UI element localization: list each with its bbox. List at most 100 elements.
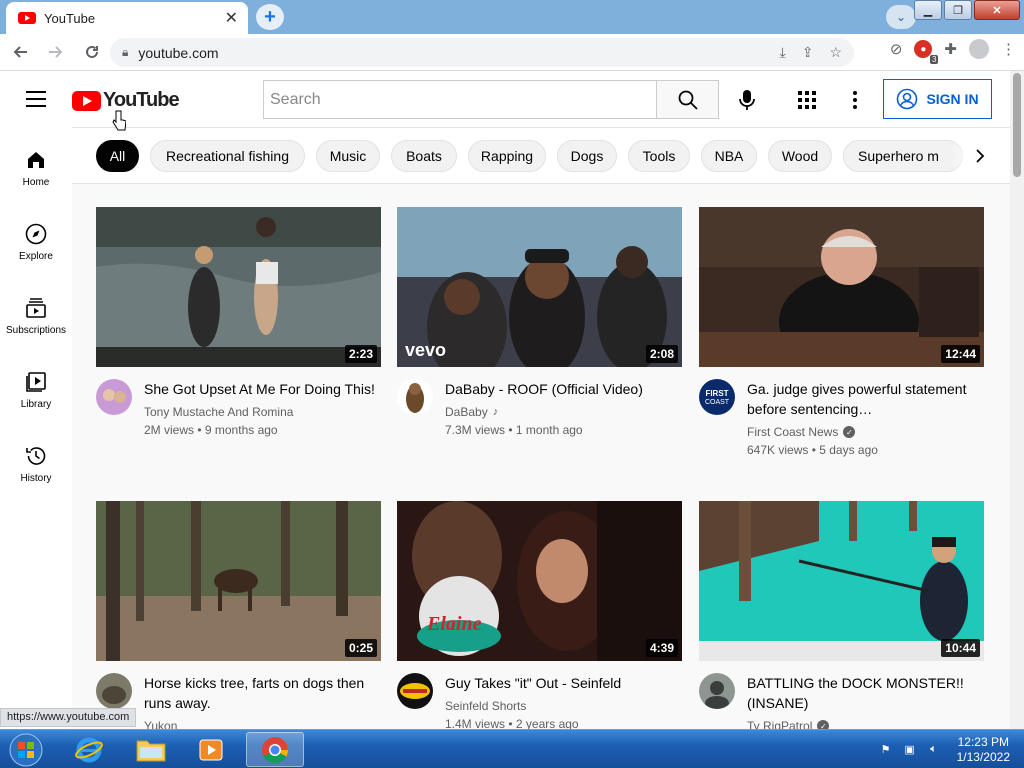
thumbnail-image [96,501,381,661]
video-card[interactable]: Elaine 4:39 Guy Takes "it" Out - Seinfel… [397,501,682,729]
video-card[interactable]: 12:44 FIRST COAST Ga. judge gives powerfu… [699,207,984,457]
chips-next-button[interactable] [968,144,992,168]
video-thumbnail[interactable]: 2:23 [96,207,381,367]
verified-check-icon: ✓ [843,426,856,438]
video-thumbnail[interactable]: vevo 2:08 [397,207,682,367]
chip-music[interactable]: Music [316,140,380,172]
adblock-extension-icon[interactable]: ● 3 [914,40,939,64]
video-thumbnail[interactable]: 10:44 [699,501,984,661]
channel-name-row: Tony Mustache And Romina [144,405,381,419]
chip-superhero[interactable]: Superhero m [843,140,963,172]
block-extension-icon[interactable]: ⊘ [890,40,903,58]
channel-name[interactable]: First Coast News [747,425,838,439]
video-card[interactable]: 10:44 BATTLING the DOCK MONSTER!! (INSAN… [699,501,984,729]
channel-avatar[interactable]: FIRST COAST [699,379,735,415]
chip-tools[interactable]: Tools [628,140,690,172]
taskbar-chrome[interactable] [246,732,304,767]
settings-more-button[interactable] [842,85,868,115]
video-card[interactable]: 2:23 She Got Upset At Me For Doing This!… [96,207,381,437]
tab-close-icon[interactable]: ✕ [225,8,238,28]
video-card[interactable]: vevo 2:08 DaBaby - ROOF (Official Video)… [397,207,682,437]
video-title[interactable]: Horse kicks tree, farts on dogs then run… [144,673,381,713]
video-card[interactable]: 0:25 Horse kicks tree, farts on dogs the… [96,501,381,729]
channel-name[interactable]: Ty RigPatrol [747,719,812,729]
reload-icon [86,45,98,58]
extension-badge: 3 [929,55,939,64]
channel-name[interactable]: DaBaby [445,405,488,419]
search-button[interactable] [656,80,719,119]
sidebar-item-label: Subscriptions [5,325,67,336]
subscriptions-icon [26,298,46,318]
puzzle-extensions-icon[interactable]: ✚ [944,40,957,58]
thumbnail-image [96,207,381,367]
video-title[interactable]: She Got Upset At Me For Doing This! [144,379,381,399]
back-button[interactable] [4,36,36,68]
reload-button[interactable] [76,36,108,68]
volume-icon[interactable]: 🔈︎ [927,743,941,757]
video-thumbnail[interactable]: 0:25 [96,501,381,661]
taskbar-file-explorer[interactable] [124,732,178,767]
channel-name[interactable]: Seinfeld Shorts [445,699,526,713]
action-center-flag-icon[interactable]: ⚑ [879,743,893,757]
youtube-apps-button[interactable] [794,85,820,115]
sidebar-item-subscriptions[interactable]: Subscriptions [0,297,72,336]
tab-search-button[interactable]: ⌄ [886,5,916,29]
channel-name[interactable]: Tony Mustache And Romina [144,405,293,419]
scrollbar-thumb[interactable] [1013,73,1021,177]
maximize-button[interactable]: ❐ [944,0,972,20]
bookmark-star-icon[interactable]: ☆ [829,44,842,61]
youtube-header: YouTube SIGN IN [0,71,1010,127]
clock-date: 1/13/2022 [956,749,1010,764]
video-title[interactable]: Guy Takes "it" Out - Seinfeld [445,673,682,693]
new-tab-button[interactable]: + [256,4,284,30]
chrome-menu-icon[interactable]: ⋮ [1001,40,1016,58]
taskbar-media-player[interactable] [184,732,238,767]
svg-text:COAST: COAST [705,399,730,406]
sidebar-item-library[interactable]: Library [0,371,72,410]
chip-nba[interactable]: NBA [701,140,757,172]
page-scrollbar[interactable] [1010,71,1024,729]
chip-recreational-fishing[interactable]: Recreational fishing [150,140,305,172]
mini-guide-sidebar: Home Explore Subscriptions Library Histo… [0,127,72,727]
address-bar[interactable]: 🔒︎ youtube.com ⤓ ⇪ ☆ [110,38,854,67]
search-icon [678,90,698,110]
system-clock[interactable]: 12:23 PM 1/13/2022 [957,735,1010,765]
search-input[interactable] [270,90,656,109]
video-title[interactable]: Ga. judge gives powerful statement befor… [747,379,984,419]
forward-button[interactable] [40,36,72,68]
menu-hamburger-icon[interactable] [26,91,46,112]
sidebar-item-explore[interactable]: Explore [0,223,72,262]
browser-tab-youtube[interactable]: YouTube ✕ [6,2,248,34]
channel-avatar[interactable] [397,673,433,709]
chip-rapping[interactable]: Rapping [468,140,546,172]
chip-dogs[interactable]: Dogs [557,140,617,172]
minimize-button[interactable]: ▁ [914,0,942,20]
video-thumbnail[interactable]: 12:44 [699,207,984,367]
profile-avatar[interactable] [969,39,989,59]
sidebar-item-history[interactable]: History [0,445,72,484]
channel-avatar[interactable] [96,379,132,415]
channel-avatar[interactable] [699,673,735,709]
youtube-logo[interactable]: YouTube [72,89,180,112]
chip-boats[interactable]: Boats [391,140,457,172]
screen: YouTube ✕ + ⌄ ▁ ❐ ✕ 🔒︎ youtube.com ⤓ ⇪ ☆ [0,0,1024,768]
video-duration: 2:23 [344,345,377,363]
channel-avatar[interactable] [96,673,132,709]
install-app-icon[interactable]: ⤓ [780,44,786,61]
chip-wood[interactable]: Wood [768,140,832,172]
channel-name[interactable]: Yukon [144,719,177,729]
share-icon[interactable]: ⇪ [802,44,814,61]
channel-avatar[interactable] [397,379,433,415]
video-title[interactable]: DaBaby - ROOF (Official Video) [445,379,682,399]
voice-search-button[interactable] [732,85,762,115]
taskbar-internet-explorer[interactable] [62,732,116,767]
more-vert-icon [853,91,857,109]
network-icon[interactable]: ▣ [903,743,917,757]
sign-in-button[interactable]: SIGN IN [883,79,992,119]
start-button[interactable] [4,732,48,768]
close-window-button[interactable]: ✕ [974,0,1020,20]
sidebar-item-home[interactable]: Home [0,149,72,188]
chip-all[interactable]: All [96,140,139,172]
video-title[interactable]: BATTLING the DOCK MONSTER!! (INSANE) [747,673,984,713]
video-thumbnail[interactable]: Elaine 4:39 [397,501,682,661]
